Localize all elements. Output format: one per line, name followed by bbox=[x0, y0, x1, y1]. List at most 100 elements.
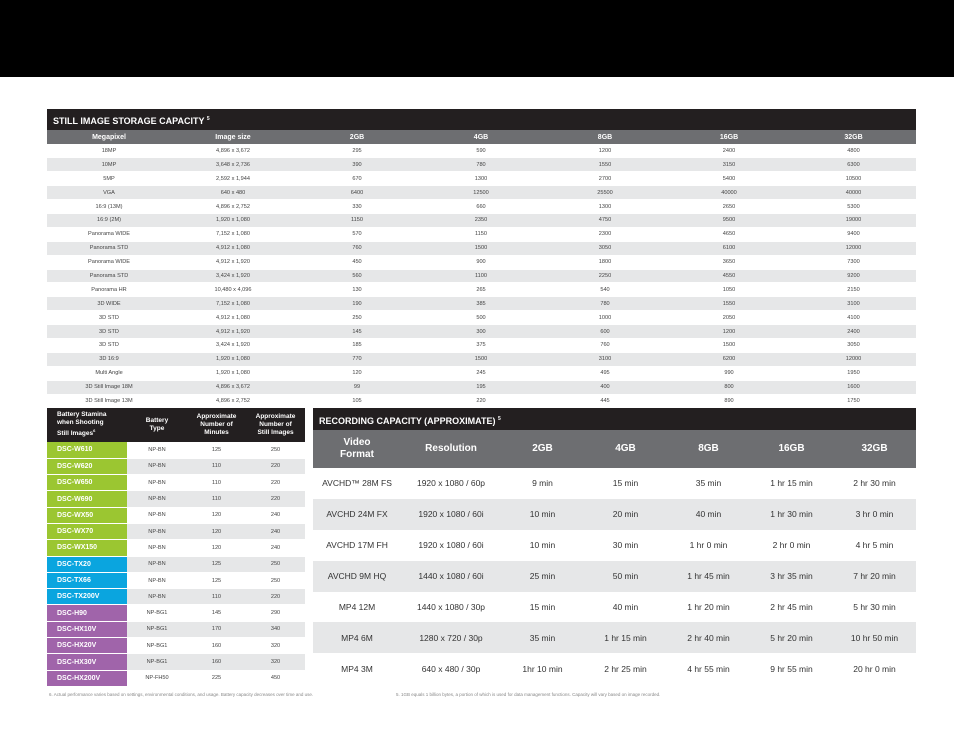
still-table-cell: 99 bbox=[295, 380, 419, 395]
still-table-cell: 770 bbox=[295, 352, 419, 367]
still-table-cell: 2250 bbox=[543, 269, 667, 284]
recording-table-cell: 1hr 10 min bbox=[501, 653, 584, 685]
still-table-cell: 780 bbox=[419, 157, 543, 173]
battery-type-cell: NP-BG1 bbox=[127, 637, 187, 655]
still-table-cell: 2300 bbox=[543, 227, 667, 242]
recording-table-row: AVCHD 24M FX 1920 x 1080 / 60i 10 min 20 mi… bbox=[313, 498, 916, 530]
still-table-cell: 250 bbox=[295, 310, 419, 326]
battery-images-cell: 450 bbox=[246, 670, 305, 687]
still-table-cell: 10500 bbox=[791, 171, 916, 187]
battery-images-cell: 250 bbox=[246, 442, 305, 459]
battery-stamina-table: Battery Stamina when Shooting Still Imag… bbox=[47, 408, 305, 687]
still-table-cell: 560 bbox=[295, 269, 419, 284]
still-table-cell: 2150 bbox=[791, 282, 916, 298]
recording-32gb-header: 32GB bbox=[833, 430, 916, 468]
still-table-cell: 185 bbox=[295, 338, 419, 353]
recording-table-cell: 7 hr 20 min bbox=[833, 560, 916, 592]
still-table-cell: 4,896 x 2,752 bbox=[171, 199, 295, 214]
still-table-cell: 195 bbox=[419, 380, 543, 395]
battery-minutes-cell: 160 bbox=[187, 637, 246, 655]
recording-table-row: AVCHD 17M FH 1920 x 1080 / 60i 10 min 30 mi… bbox=[313, 529, 916, 561]
recording-resolution-header: Resolution bbox=[401, 430, 501, 468]
battery-images-cell: 240 bbox=[246, 539, 305, 557]
still-header-cell: 4GB bbox=[419, 130, 543, 144]
battery-images-cell: 220 bbox=[246, 490, 305, 508]
still-table-cell: 500 bbox=[419, 310, 543, 326]
still-table-cell: VGA bbox=[47, 185, 171, 201]
still-table-cell: 900 bbox=[419, 255, 543, 270]
battery-table-row: DSC-HX200V NP-FH50 225 450 bbox=[47, 670, 305, 687]
still-table-cell: 2400 bbox=[667, 144, 791, 159]
recording-table-cell: AVCHD 17M FH bbox=[313, 529, 401, 561]
still-table-cell: 1200 bbox=[667, 324, 791, 339]
still-table-cell: 295 bbox=[295, 144, 419, 159]
top-black-banner bbox=[0, 0, 954, 77]
battery-minutes-cell: 120 bbox=[187, 507, 246, 524]
still-table-row: 3D 16:9 1,920 x 1,080 770 1500 3100 6200 12000 bbox=[47, 352, 916, 367]
recording-table-cell: 15 min bbox=[501, 591, 584, 623]
still-table-cell: 10MP bbox=[47, 157, 171, 173]
battery-model-cell: DSC-HX30V bbox=[47, 653, 127, 671]
still-table-row: 16:9 (13M) 4,896 x 2,752 330 660 1300 2650 530… bbox=[47, 199, 916, 214]
recording-table-cell: 1920 x 1080 / 60i bbox=[401, 529, 501, 561]
still-table-row: Panorama WIDE 4,912 x 1,920 450 900 1800 3650… bbox=[47, 255, 916, 270]
battery-minutes-cell: 110 bbox=[187, 458, 246, 476]
still-table-cell: 245 bbox=[419, 366, 543, 381]
still-table-cell: 4750 bbox=[543, 213, 667, 228]
still-table-cell: 1550 bbox=[667, 296, 791, 312]
still-table-cell: 400 bbox=[543, 380, 667, 395]
recording-table-cell: MP4 12M bbox=[313, 591, 401, 623]
battery-images-cell: 320 bbox=[246, 637, 305, 655]
battery-table-row: DSC-WX70 NP-BN 120 240 bbox=[47, 523, 305, 541]
still-table-cell: 4100 bbox=[791, 310, 916, 326]
recording-table-cell: 2 hr 30 min bbox=[833, 468, 916, 499]
recording-table-row: MP4 12M 1440 x 1080 / 30p 15 min 40 min 1 hr… bbox=[313, 591, 916, 623]
still-table-cell: 3D STD bbox=[47, 310, 171, 326]
still-header-cell: 2GB bbox=[295, 130, 419, 144]
recording-capacity-title-note: 5 bbox=[498, 416, 501, 422]
recording-table-cell: 2 hr 40 min bbox=[667, 622, 750, 654]
still-table-cell: 105 bbox=[295, 394, 419, 409]
recording-table-cell: 1440 x 1080 / 30p bbox=[401, 591, 501, 623]
battery-table-row: DSC-HX20V NP-BG1 160 320 bbox=[47, 637, 305, 655]
still-table-cell: 40000 bbox=[791, 185, 916, 201]
battery-table-row: DSC-WX50 NP-BN 120 240 bbox=[47, 507, 305, 524]
still-table-cell: 3,424 x 1,920 bbox=[171, 269, 295, 284]
still-table-cell: 1550 bbox=[543, 157, 667, 173]
recording-table-cell: 1920 x 1080 / 60i bbox=[401, 498, 501, 530]
still-table-cell: 385 bbox=[419, 296, 543, 312]
battery-images-cell: 320 bbox=[246, 653, 305, 671]
still-table-cell: 40000 bbox=[667, 185, 791, 201]
still-table-row: 3D WIDE 7,152 x 1,080 190 385 780 1550 3100 bbox=[47, 296, 916, 312]
still-table-cell: 4,912 x 1,920 bbox=[171, 324, 295, 339]
battery-type-cell: NP-BG1 bbox=[127, 653, 187, 671]
battery-images-cell: 240 bbox=[246, 507, 305, 524]
still-table-cell: 1600 bbox=[791, 380, 916, 395]
still-table-cell: 4,912 x 1,920 bbox=[171, 255, 295, 270]
recording-table-cell: 9 hr 55 min bbox=[750, 653, 833, 685]
recording-capacity-title: RECORDING CAPACITY (APPROXIMATE) 5 bbox=[313, 408, 916, 430]
recording-table-body: AVCHD™ 28M FS 1920 x 1080 / 60p 9 min 15 mi… bbox=[313, 468, 916, 685]
still-table-cell: 300 bbox=[419, 324, 543, 339]
still-table-cell: 12000 bbox=[791, 241, 916, 256]
battery-type-header-line1: Battery bbox=[145, 417, 169, 424]
battery-minutes-cell: 160 bbox=[187, 653, 246, 671]
still-table-cell: 3D 16:9 bbox=[47, 352, 171, 367]
battery-type-cell: NP-BN bbox=[127, 588, 187, 606]
still-table-cell: Panorama WIDE bbox=[47, 255, 171, 270]
battery-table-row: DSC-HX30V NP-BG1 160 320 bbox=[47, 653, 305, 671]
still-table-cell: 19000 bbox=[791, 213, 916, 228]
still-table-cell: Panorama STD bbox=[47, 269, 171, 284]
recording-table-cell: 1 hr 0 min bbox=[667, 529, 750, 561]
recording-format-header-line1: Video bbox=[343, 437, 371, 448]
still-table-cell: 6300 bbox=[791, 157, 916, 173]
recording-16gb-header: 16GB bbox=[750, 430, 833, 468]
still-table-row: 3D Still Image 13M 4,896 x 2,752 105 220 445… bbox=[47, 394, 916, 409]
still-table-cell: 9400 bbox=[791, 227, 916, 242]
battery-images-header-line2: Number of bbox=[259, 421, 292, 428]
recording-table-cell: 5 hr 20 min bbox=[750, 622, 833, 654]
recording-table-cell: 5 hr 30 min bbox=[833, 591, 916, 623]
battery-minutes-header-line3: Minutes bbox=[204, 429, 229, 436]
still-table-cell: 5400 bbox=[667, 171, 791, 187]
still-table-cell: 130 bbox=[295, 282, 419, 298]
